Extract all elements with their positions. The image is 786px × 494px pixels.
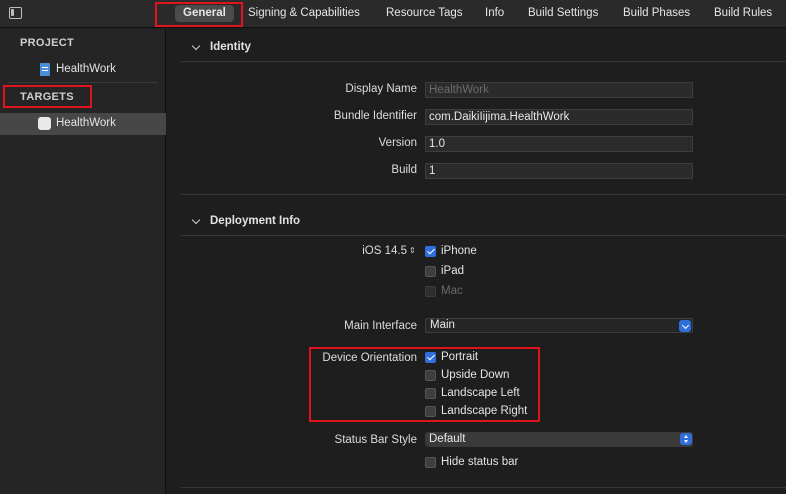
portrait-checkbox[interactable] xyxy=(425,352,436,363)
tab-info[interactable]: Info xyxy=(485,0,504,28)
sidebar-item-project[interactable]: HealthWork xyxy=(0,59,166,81)
tab-build-phases[interactable]: Build Phases xyxy=(623,0,690,28)
display-name-field[interactable]: HealthWork xyxy=(425,82,693,98)
section-divider xyxy=(181,61,786,62)
sidebar-item-label: HealthWork xyxy=(56,117,116,129)
portrait-label: Portrait xyxy=(441,351,479,363)
deployment-section-title: Deployment Info xyxy=(210,215,301,227)
hide-status-bar-checkbox[interactable] xyxy=(425,457,436,468)
deployment-disclosure-icon[interactable] xyxy=(191,215,201,225)
tab-build-rules[interactable]: Build Rules xyxy=(714,0,772,28)
mac-label: Mac xyxy=(441,285,463,297)
app-target-icon xyxy=(38,117,51,130)
project-target-sidebar: PROJECT HealthWork TARGETS HealthWork xyxy=(0,29,166,494)
version-label: Version xyxy=(378,137,417,149)
upside-down-label: Upside Down xyxy=(441,369,510,381)
build-field[interactable]: 1 xyxy=(425,163,693,179)
status-bar-style-label: Status Bar Style xyxy=(334,434,417,446)
section-divider xyxy=(181,194,786,195)
tab-build-settings[interactable]: Build Settings xyxy=(528,0,598,28)
tab-resource-tags[interactable]: Resource Tags xyxy=(386,0,463,28)
section-divider xyxy=(181,487,786,488)
project-section-header: PROJECT xyxy=(20,37,75,49)
targets-section-header: TARGETS xyxy=(20,91,74,103)
identity-disclosure-icon[interactable] xyxy=(191,41,201,51)
chevron-down-icon[interactable] xyxy=(679,320,691,332)
landscape-right-label: Landscape Right xyxy=(441,405,528,417)
main-interface-combo[interactable]: Main xyxy=(425,318,693,333)
tab-general-label: General xyxy=(175,5,234,22)
sidebar-divider xyxy=(8,82,158,83)
ios-version-popup[interactable]: iOS 14.5 xyxy=(167,245,407,257)
section-divider xyxy=(181,235,786,236)
identity-section-title: Identity xyxy=(210,41,251,53)
ipad-label: iPad xyxy=(441,265,465,277)
landscape-right-checkbox[interactable] xyxy=(425,406,436,417)
general-settings-pane: Identity Display Name HealthWork Bundle … xyxy=(167,29,786,494)
status-bar-style-value: Default xyxy=(429,433,466,445)
status-bar-style-popup[interactable]: Default xyxy=(425,432,693,447)
main-interface-label: Main Interface xyxy=(344,320,417,332)
editor-tab-bar: General Signing & Capabilities Resource … xyxy=(0,0,786,28)
sidebar-toggle-icon[interactable] xyxy=(9,7,22,19)
bundle-identifier-label: Bundle Identifier xyxy=(333,110,417,122)
version-field[interactable]: 1.0 xyxy=(425,136,693,152)
build-label: Build xyxy=(391,164,417,176)
main-interface-value: Main xyxy=(430,319,455,331)
sidebar-item-target[interactable]: HealthWork xyxy=(0,113,166,135)
ipad-checkbox[interactable] xyxy=(425,266,436,277)
hide-status-bar-label: Hide status bar xyxy=(441,456,519,468)
device-orientation-label: Device Orientation xyxy=(322,352,417,364)
up-down-icon[interactable] xyxy=(680,433,692,445)
bundle-identifier-field[interactable]: com.DaikiIijima.HealthWork xyxy=(425,109,693,125)
tab-signing-capabilities[interactable]: Signing & Capabilities xyxy=(248,0,360,28)
upside-down-checkbox[interactable] xyxy=(425,370,436,381)
landscape-left-checkbox[interactable] xyxy=(425,388,436,399)
iphone-checkbox[interactable] xyxy=(425,246,436,257)
sidebar-item-label: HealthWork xyxy=(56,63,116,75)
ios-version-value: iOS 14.5 xyxy=(362,245,407,257)
iphone-label: iPhone xyxy=(441,245,477,257)
project-file-icon xyxy=(40,63,50,76)
display-name-label: Display Name xyxy=(345,83,417,95)
mac-checkbox xyxy=(425,286,436,297)
up-down-icon[interactable]: ⇕ xyxy=(409,246,416,255)
tab-general[interactable]: General xyxy=(175,0,234,28)
landscape-left-label: Landscape Left xyxy=(441,387,520,399)
